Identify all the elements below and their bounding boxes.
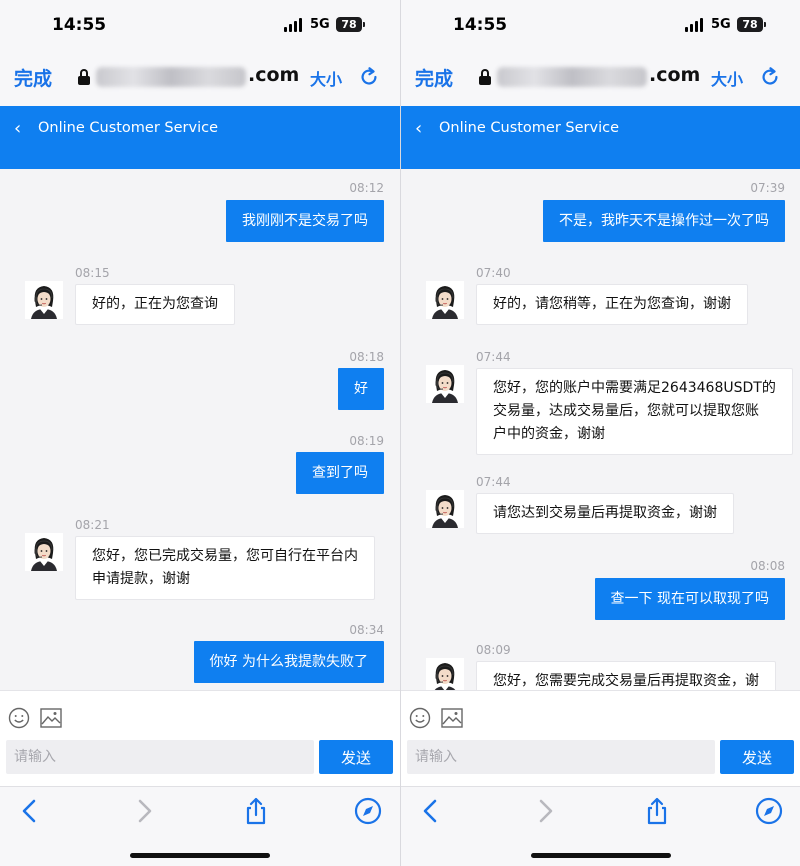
compass-icon[interactable] xyxy=(755,797,783,825)
url-blurred-domain[interactable] xyxy=(497,67,647,87)
incoming-message: 您好，您已完成交易量，您可自行在平台内 申请提款，谢谢 xyxy=(75,536,375,600)
message-time: 07:44 xyxy=(476,475,511,489)
message-composer: 发送 xyxy=(0,690,400,786)
done-button[interactable]: 完成 xyxy=(14,64,52,91)
incoming-message: 好的，正在为您查询 xyxy=(75,284,235,325)
message-time: 07:39 xyxy=(750,181,785,195)
message-time: 08:08 xyxy=(750,559,785,573)
message-time: 07:40 xyxy=(476,266,511,280)
header-title: Online Customer Service xyxy=(439,120,620,136)
browser-url-bar: 完成 .com 大小 xyxy=(0,52,400,106)
chat-messages: 07:39 不是，我昨天不是操作过一次了吗 07:40 好的，请您稍等，正在为您… xyxy=(401,169,800,690)
left-phone-screenshot: 14:55 5G 78 完成 .com 大小 ‹ Online Customer… xyxy=(0,0,400,866)
outgoing-message: 不是，我昨天不是操作过一次了吗 xyxy=(543,200,785,242)
reload-icon[interactable] xyxy=(759,66,781,88)
network-label: 5G xyxy=(310,17,330,32)
message-time: 08:18 xyxy=(349,350,384,364)
outgoing-message: 我刚刚不是交易了吗 xyxy=(226,200,384,242)
send-button[interactable]: 发送 xyxy=(720,740,794,774)
share-icon[interactable] xyxy=(242,797,270,825)
image-icon[interactable] xyxy=(441,708,463,728)
back-arrow-icon[interactable] xyxy=(417,797,445,825)
message-time: 08:34 xyxy=(349,623,384,637)
message-input[interactable] xyxy=(6,740,314,774)
share-icon[interactable] xyxy=(643,797,671,825)
chat-messages: 08:12 我刚刚不是交易了吗 08:15 好的，正在为您查询 08:18 好 … xyxy=(0,169,400,690)
url-suffix[interactable]: .com xyxy=(649,64,700,86)
image-icon[interactable] xyxy=(40,708,62,728)
message-input[interactable] xyxy=(407,740,715,774)
incoming-message: 您好，您需要完成交易量后再提取资金，谢 xyxy=(476,661,776,690)
incoming-message: 请您达到交易量后再提取资金，谢谢 xyxy=(476,493,734,534)
lock-icon xyxy=(479,69,491,85)
forward-arrow-icon[interactable] xyxy=(531,797,559,825)
message-time: 08:19 xyxy=(349,434,384,448)
message-time: 07:44 xyxy=(476,350,511,364)
status-time: 14:55 xyxy=(52,15,107,35)
text-size-button[interactable]: 大小 xyxy=(711,66,743,90)
compass-icon[interactable] xyxy=(354,797,382,825)
network-label: 5G xyxy=(711,17,731,32)
message-time: 08:15 xyxy=(75,266,110,280)
forward-arrow-icon[interactable] xyxy=(130,797,158,825)
chevron-left-icon[interactable]: ‹ xyxy=(415,118,422,139)
status-time: 14:55 xyxy=(453,15,508,35)
outgoing-message: 好 xyxy=(338,368,384,410)
send-button[interactable]: 发送 xyxy=(319,740,393,774)
home-indicator xyxy=(531,853,671,858)
reload-icon[interactable] xyxy=(358,66,380,88)
battery-icon: 78 xyxy=(737,17,763,32)
outgoing-message: 查到了吗 xyxy=(296,452,384,494)
message-time: 08:09 xyxy=(476,643,511,657)
status-bar: 14:55 5G 78 xyxy=(401,0,800,52)
text-size-button[interactable]: 大小 xyxy=(310,66,342,90)
chat-header: ‹ Online Customer Service xyxy=(0,106,400,169)
browser-url-bar: 完成 .com 大小 xyxy=(401,52,800,106)
signal-icon xyxy=(284,18,304,32)
header-title: Online Customer Service xyxy=(38,120,219,136)
lock-icon xyxy=(78,69,90,85)
done-button[interactable]: 完成 xyxy=(415,64,453,91)
message-time: 08:12 xyxy=(349,181,384,195)
message-time: 08:21 xyxy=(75,518,110,532)
incoming-message: 您好，您的账户中需要满足2643468USDT的 交易量，达成交易量后，您就可以… xyxy=(476,368,793,455)
agent-avatar xyxy=(426,365,464,403)
status-bar: 14:55 5G 78 xyxy=(0,0,400,52)
incoming-message: 好的，请您稍等，正在为您查询，谢谢 xyxy=(476,284,748,325)
outgoing-message: 查一下 现在可以取现了吗 xyxy=(594,578,785,620)
agent-avatar xyxy=(426,658,464,690)
url-suffix[interactable]: .com xyxy=(248,64,299,86)
battery-icon: 78 xyxy=(336,17,362,32)
battery-tip xyxy=(363,22,365,27)
back-arrow-icon[interactable] xyxy=(16,797,44,825)
agent-avatar xyxy=(25,281,63,319)
message-composer: 发送 xyxy=(401,690,800,786)
agent-avatar xyxy=(426,281,464,319)
agent-avatar xyxy=(25,533,63,571)
url-blurred-domain[interactable] xyxy=(96,67,246,87)
emoji-icon[interactable] xyxy=(8,707,30,729)
right-phone-screenshot: 14:55 5G 78 完成 .com 大小 ‹ Online Customer… xyxy=(400,0,800,866)
chevron-left-icon[interactable]: ‹ xyxy=(14,118,21,139)
home-indicator xyxy=(130,853,270,858)
emoji-icon[interactable] xyxy=(409,707,431,729)
signal-icon xyxy=(685,18,705,32)
outgoing-message: 你好 为什么我提款失败了 xyxy=(193,641,384,683)
chat-header: ‹ Online Customer Service xyxy=(401,106,800,169)
battery-tip xyxy=(764,22,766,27)
agent-avatar xyxy=(426,490,464,528)
